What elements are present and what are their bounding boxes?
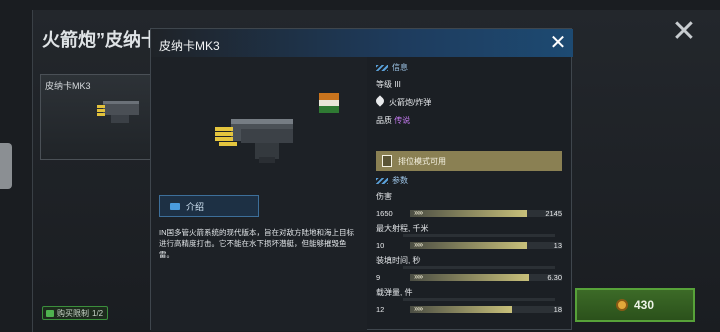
ranked-mode-badge: 排位模式可用: [376, 151, 562, 171]
chevrons-icon: ›››››: [414, 272, 423, 281]
type-line: 火箭炮/炸弹: [374, 95, 432, 108]
chat-bubble-icon: [170, 202, 180, 210]
info-section-heading: 信息: [376, 62, 408, 73]
stripes-icon: [376, 64, 388, 71]
stat-row: 10 ››››› 13: [376, 239, 562, 251]
background-title: 火箭炮”皮纳卡: [42, 30, 150, 50]
coin-icon: [615, 299, 628, 311]
stat-max-value: 2145: [545, 209, 562, 218]
stat-name: 载弹量, 件: [376, 288, 413, 297]
rocket-launcher-thumbnail-icon: [97, 101, 139, 123]
rocket-icon: [374, 95, 386, 107]
stat-name: 最大射程, 千米: [376, 224, 429, 233]
stat-name: 伤害: [376, 192, 392, 201]
stat-row: 12 ››››› 18: [376, 303, 562, 315]
quality-line: 品质 传说: [376, 115, 410, 126]
ranked-mode-label: 排位模式可用: [398, 156, 446, 166]
stat-max-value: 6.30: [547, 273, 562, 282]
stat-progress-fill: [410, 274, 529, 281]
chevrons-icon: ›››››: [414, 208, 423, 217]
item-stats-panel: 信息 等级 III 火箭炮/炸弹 品质 传说 排位模式可用 参数 伤害 1650 ›…: [369, 57, 573, 331]
purchase-limit-label: 购买限制: [57, 308, 89, 318]
close-icon[interactable]: ✕: [547, 32, 569, 54]
params-heading-label: 参数: [392, 176, 408, 185]
item-description: IN国多管火箭系统的现代版本，旨在对敌方陆地和海上目标进行高精度打击。它不能在水…: [159, 228, 354, 259]
stat-current-value: 1650: [376, 209, 393, 218]
item-card-label: 皮纳卡MK3: [45, 81, 91, 91]
stat-divider: [403, 234, 555, 237]
purchase-limit-value: 1/2: [92, 308, 104, 318]
params-section-heading: 参数: [376, 175, 408, 186]
modal-header: 皮纳卡MK3 ✕: [151, 29, 573, 57]
stat-max-value: 13: [553, 241, 562, 250]
stat-progress-fill: [410, 242, 528, 249]
stat-progress-fill: [410, 210, 528, 217]
purchase-limit-badge: 购买限制 1/2: [42, 306, 108, 320]
stat-current-value: 12: [376, 305, 385, 314]
intro-tab-label: 介绍: [186, 201, 205, 212]
quality-value: 传说: [394, 116, 411, 125]
stat-row: 1650 ››››› 2145: [376, 207, 562, 219]
stat-row: 9 ››››› 6.30: [376, 271, 562, 283]
ranked-icon: [382, 155, 392, 167]
stat-max-value: 18: [553, 305, 562, 314]
stat-current-value: 10: [376, 241, 385, 250]
stat-progress-fill: [410, 306, 512, 313]
stripes-icon: [376, 177, 388, 184]
level-line: 等级 III: [376, 79, 401, 90]
modal-title: 皮纳卡MK3: [159, 39, 220, 53]
cart-icon: [46, 309, 54, 317]
chevrons-icon: ›››››: [414, 304, 423, 313]
intro-tab-button[interactable]: 介绍: [159, 195, 259, 217]
price-value: 430: [633, 298, 655, 312]
background-close-icon[interactable]: ✕: [670, 17, 698, 47]
quality-label: 品质: [376, 116, 392, 125]
item-card[interactable]: 皮纳卡MK3: [40, 74, 152, 160]
info-heading-label: 信息: [392, 63, 408, 72]
stat-progress-bar: ›››››: [410, 272, 562, 281]
stat-divider: [403, 298, 555, 301]
level-value: III: [394, 80, 401, 89]
side-drawer-handle[interactable]: [0, 143, 12, 189]
item-overview: 介绍 IN国多管火箭系统的现代版本，旨在对敌方陆地和海上目标进行高精度打击。它不…: [151, 57, 367, 331]
india-flag-icon: [319, 93, 339, 113]
buy-button[interactable]: 430: [575, 288, 695, 322]
stat-progress-bar: ›››››: [410, 240, 562, 249]
stat-progress-bar: ›››››: [410, 304, 562, 313]
game-screen: 火箭炮”皮纳卡 ✕ 皮纳卡MK3 购买限制 1/2 430 皮纳卡MK3 ✕ 介…: [0, 0, 720, 332]
stat-progress-bar: ›››››: [410, 208, 562, 217]
stat-current-value: 9: [376, 273, 381, 282]
item-detail-modal: 皮纳卡MK3 ✕ 介绍 IN国多管火箭系统的现代版本，旨在对敌方陆地和海上目标进…: [150, 28, 573, 331]
chevrons-icon: ›››››: [414, 240, 423, 249]
stat-name: 装填时间, 秒: [376, 256, 421, 265]
rocket-launcher-image-icon: [215, 119, 293, 163]
level-label: 等级: [376, 80, 392, 89]
type-value: 火箭炮/炸弹: [389, 98, 432, 107]
stat-divider: [403, 266, 555, 269]
